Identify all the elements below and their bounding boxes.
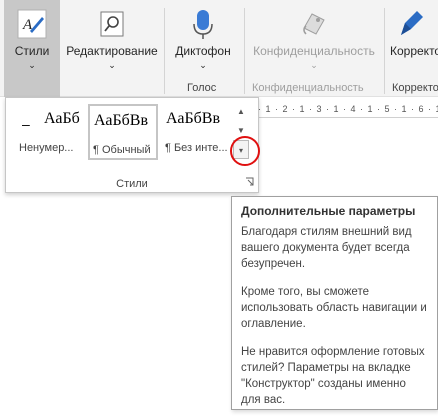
microphone-icon [187,8,219,40]
ribbon: A Стили ⌄ Редактирование ⌄ Диктофон ⌄ Го… [0,0,438,97]
editor-button[interactable]: Корректор [390,0,438,80]
chevron-down-icon: ⌄ [199,60,207,70]
sensitivity-button[interactable]: Конфиденциальность ⌄ [250,0,378,80]
dialog-launcher-icon[interactable] [245,177,254,188]
ruler-marks: · 1 · 2 · 1 · 3 · 1 · 4 · 1 · 5 · 1 · 6 … [258,104,438,114]
tooltip-title: Дополнительные параметры [241,204,416,218]
styles-gallery: – АаБб Ненумер... АаБбВв ¶ Обычный АаБбВ… [5,97,260,193]
tooltip-paragraph: Благодаря стилям внешний вид вашего доку… [241,226,412,270]
group-label-styles: Стили [116,178,148,190]
group-label-voice: Голос [187,82,217,94]
editing-button-label: Редактирование [66,44,158,58]
dictate-button-label: Диктофон [175,44,231,58]
style-item-unnumbered[interactable]: – АаБб Ненумер... [16,104,86,160]
editing-button[interactable]: Редактирование ⌄ [66,0,158,80]
sensitivity-button-label: Конфиденциальность [253,44,375,58]
chevron-down-icon: ⌄ [108,60,116,70]
style-name: ¶ Без инте... [165,142,228,154]
search-icon [96,8,128,40]
group-label-sensitivity: Конфиденциальность [252,82,364,94]
styles-button-label: Стили [14,44,50,58]
styles-button[interactable]: A Стили ⌄ [4,0,60,97]
tooltip-paragraph: Кроме того, вы сможете использовать обла… [241,286,427,330]
dictate-button[interactable]: Диктофон ⌄ [170,0,236,80]
style-preview: АаБбВв [166,110,220,127]
style-name: ¶ Обычный [93,144,151,156]
group-label-editor: Корректор [392,82,438,94]
style-item-no-spacing[interactable]: АаБбВв ¶ Без инте... [162,104,232,160]
editor-button-label: Корректор [390,44,438,58]
style-item-normal[interactable]: АаБбВв ¶ Обычный [88,104,158,160]
chevron-down-icon: ⌄ [310,60,318,70]
tooltip: Дополнительные параметры Благодаря стиля… [231,196,438,410]
chevron-down-icon: ⌄ [28,60,36,70]
horizontal-ruler[interactable]: · 1 · 2 · 1 · 3 · 1 · 4 · 1 · 5 · 1 · 6 … [258,100,438,118]
style-preview: АаБбВв [94,112,148,129]
group-divider [164,8,165,94]
style-name: Ненумер... [19,142,74,154]
sensitivity-label-icon [298,8,330,40]
group-divider [384,8,385,94]
scroll-up-button[interactable]: ▲ [233,102,249,121]
editor-pen-icon [396,8,428,40]
style-preview: АаБб [44,110,80,127]
tooltip-paragraph: Не нравится оформление готовых стилей? П… [241,346,425,406]
highlight-circle [230,136,260,166]
group-divider [244,8,245,94]
styles-icon: A [16,8,48,40]
